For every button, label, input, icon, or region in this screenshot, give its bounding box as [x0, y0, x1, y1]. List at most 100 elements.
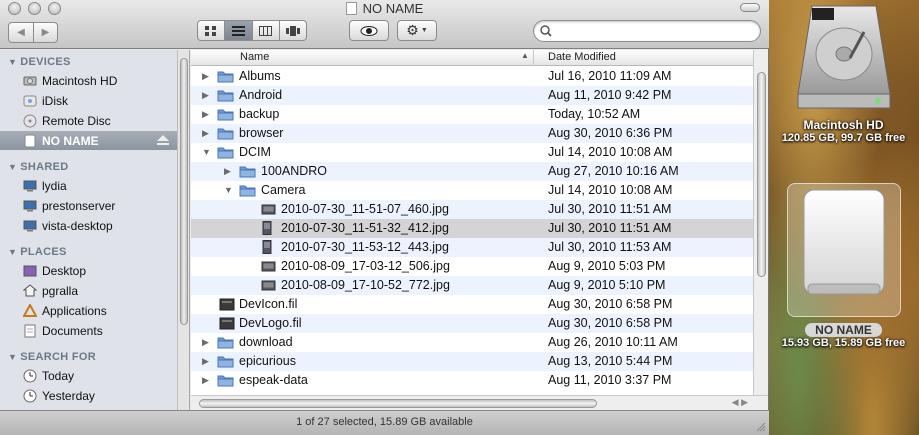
column-separator[interactable]	[533, 50, 534, 66]
file-row[interactable]: ▶ browser Aug 30, 2010 6:36 PM	[191, 124, 753, 143]
sidebar-item-today[interactable]: Today	[0, 366, 177, 385]
selection-highlight	[786, 183, 901, 317]
disclosure-collapsed-icon[interactable]: ▶	[202, 90, 209, 101]
sidebar-header-search-for[interactable]: ▼ SEARCH FOR	[8, 351, 96, 363]
desktop-wallpaper: Macintosh HD 120.85 GB, 99.7 GB free NO …	[768, 0, 919, 435]
sidebar-item-lydia[interactable]: lydia	[0, 176, 177, 195]
sidebar-header-shared[interactable]: ▼ SHARED	[8, 161, 68, 173]
file-row[interactable]: ▶ download Aug 26, 2010 10:11 AM	[191, 333, 753, 352]
macintosh-hd-info: 120.85 GB, 99.7 GB free	[781, 132, 906, 144]
desktop-icon-macintosh-hd[interactable]: Macintosh HD 120.85 GB, 99.7 GB free	[768, 2, 919, 144]
file-name: browser	[239, 126, 284, 140]
image-thumbnail-icon	[262, 221, 272, 235]
window-title: NO NAME	[0, 1, 769, 16]
quick-look-button[interactable]	[349, 20, 389, 41]
file-row[interactable]: 2010-07-30_11-51-07_460.jpg Jul 30, 2010 …	[191, 200, 753, 219]
clock-icon	[22, 389, 38, 403]
search-input[interactable]	[556, 24, 746, 38]
list-view-button[interactable]	[224, 21, 252, 40]
desktop-icon	[22, 264, 38, 278]
file-row[interactable]: 2010-07-30_11-51-32_412.jpg Jul 30, 2010 …	[191, 219, 753, 238]
eject-icon[interactable]	[157, 135, 169, 145]
column-header-name[interactable]: Name	[240, 51, 269, 63]
vertical-scroll-thumb[interactable]	[757, 72, 766, 277]
file-list-vertical-scrollbar[interactable]	[753, 50, 768, 395]
file-row[interactable]: ▶ espeak-data Aug 11, 2010 3:37 PM	[191, 371, 753, 390]
sidebar-scroll-thumb[interactable]	[180, 58, 188, 325]
sidebar-scrollbar[interactable]	[177, 50, 190, 410]
file-row[interactable]: ▶ 100ANDRO Aug 27, 2010 10:16 AM	[191, 162, 753, 181]
sidebar-item-remote-disc[interactable]: Remote Disc	[0, 111, 177, 130]
forward-button[interactable]: ▶	[32, 23, 57, 42]
disclosure-expanded-icon[interactable]: ▼	[224, 185, 233, 195]
forward-arrow-icon: ▶	[41, 27, 50, 38]
horizontal-scroll-thumb[interactable]	[199, 399, 597, 408]
disclosure-collapsed-icon[interactable]: ▶	[202, 128, 209, 139]
file-row[interactable]: ▶ Albums Jul 16, 2010 11:09 AM	[191, 67, 753, 86]
sidebar-item-no-name[interactable]: NO NAME	[0, 131, 177, 150]
removable-drive-icon	[803, 189, 884, 295]
file-name: Camera	[261, 183, 306, 197]
disclosure-triangle-icon: ▼	[8, 162, 18, 172]
sidebar-item-vista-desktop[interactable]: vista-desktop	[0, 216, 177, 235]
disclosure-collapsed-icon[interactable]: ▶	[202, 375, 209, 386]
file-row[interactable]: ▼ Camera Jul 14, 2010 10:08 AM	[191, 181, 753, 200]
disclosure-collapsed-icon[interactable]: ▶	[224, 166, 231, 177]
file-row[interactable]: DevIcon.fil Aug 30, 2010 6:58 PM	[191, 295, 753, 314]
file-row[interactable]: ▶ Android Aug 11, 2010 9:42 PM	[191, 86, 753, 105]
date-modified: Jul 30, 2010 11:51 AM	[548, 221, 672, 235]
resize-grip-icon[interactable]	[756, 422, 766, 432]
disclosure-expanded-icon[interactable]: ▼	[202, 147, 211, 157]
network-computer-icon	[22, 199, 38, 213]
eye-icon	[360, 25, 378, 36]
back-button[interactable]: ◀	[9, 23, 33, 42]
file-name: 2010-08-09_17-03-12_506.jpg	[281, 259, 450, 273]
sidebar-item-prestonserver[interactable]: prestonserver	[0, 196, 177, 215]
column-header: Name ▲ Date Modified	[191, 50, 753, 66]
file-row[interactable]: ▼ DCIM Jul 14, 2010 10:08 AM	[191, 143, 753, 162]
disclosure-collapsed-icon[interactable]: ▶	[202, 337, 209, 348]
sidebar-item-idisk[interactable]: iDisk	[0, 91, 177, 110]
action-menu-button[interactable]: ⚙ ▼	[397, 20, 437, 41]
toolbar-toggle-button[interactable]	[740, 3, 760, 12]
date-modified: Aug 13, 2010 5:44 PM	[548, 354, 673, 368]
date-modified: Aug 30, 2010 6:58 PM	[548, 316, 673, 330]
search-field[interactable]	[533, 20, 761, 42]
icon-view-button[interactable]	[198, 21, 224, 40]
folder-icon	[217, 109, 234, 121]
folder-icon	[239, 185, 256, 197]
desktop-icon-no-name[interactable]: NO NAME 15.93 GB, 15.89 GB free	[768, 183, 919, 349]
scroll-arrows-icon[interactable]: ◀ ▶	[732, 397, 748, 408]
coverflow-view-button[interactable]	[278, 21, 306, 40]
disclosure-collapsed-icon[interactable]: ▶	[202, 109, 209, 120]
image-thumbnail-icon	[262, 240, 272, 254]
column-header-date-modified[interactable]: Date Modified	[548, 51, 616, 63]
sort-ascending-icon: ▲	[521, 51, 529, 60]
disclosure-collapsed-icon[interactable]: ▶	[202, 356, 209, 367]
folder-icon	[217, 90, 234, 102]
sidebar-item-pgralla[interactable]: pgralla	[0, 281, 177, 300]
file-row[interactable]: 2010-08-09_17-03-12_506.jpg Aug 9, 2010 5…	[191, 257, 753, 276]
file-row[interactable]: 2010-07-30_11-53-12_443.jpg Jul 30, 2010 …	[191, 238, 753, 257]
column-view-button[interactable]	[251, 21, 279, 40]
file-name: DevLogo.fil	[239, 316, 302, 330]
column-view-icon	[259, 25, 273, 36]
file-row[interactable]: ▶ epicurious Aug 13, 2010 5:44 PM	[191, 352, 753, 371]
date-modified: Aug 9, 2010 5:03 PM	[548, 259, 666, 273]
sidebar-item-macintosh-hd[interactable]: Macintosh HD	[0, 71, 177, 90]
file-row[interactable]: 2010-08-09_17-10-52_772.jpg Aug 9, 2010 5…	[191, 276, 753, 295]
search-icon	[540, 25, 552, 37]
status-text: 1 of 27 selected, 15.89 GB available	[296, 416, 473, 428]
sidebar-item-documents[interactable]: Documents	[0, 321, 177, 340]
disclosure-collapsed-icon[interactable]: ▶	[202, 71, 209, 82]
file-row[interactable]: DevLogo.fil Aug 30, 2010 6:58 PM	[191, 314, 753, 333]
drive-proxy-icon[interactable]	[345, 2, 357, 15]
sidebar-item-desktop[interactable]: Desktop	[0, 261, 177, 280]
network-computer-icon	[22, 219, 38, 233]
sidebar-header-devices[interactable]: ▼ DEVICES	[8, 56, 71, 68]
sidebar-item-applications[interactable]: Applications	[0, 301, 177, 320]
file-row[interactable]: ▶ backup Today, 10:52 AM	[191, 105, 753, 124]
file-list-horizontal-scrollbar[interactable]: ◀ ▶	[191, 395, 768, 410]
sidebar-header-places[interactable]: ▼ PLACES	[8, 246, 67, 258]
sidebar-item-yesterday[interactable]: Yesterday	[0, 386, 177, 405]
